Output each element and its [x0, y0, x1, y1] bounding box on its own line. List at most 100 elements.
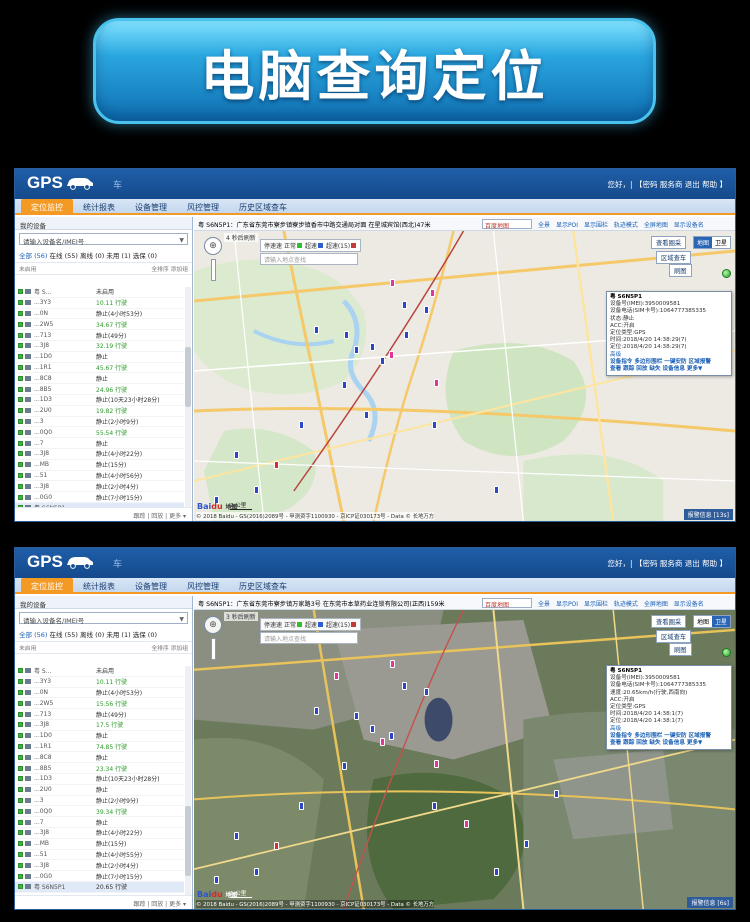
device-row[interactable]: ...2U0 静止 — [15, 785, 184, 796]
chevron-down-icon[interactable]: ▼ — [179, 237, 184, 244]
map-type-map[interactable]: 地图 — [694, 616, 712, 627]
tab-device-management[interactable]: 设备管理 — [125, 578, 177, 592]
vehicle-marker-icon[interactable] — [380, 738, 385, 746]
map-type-satellite[interactable]: 卫星 — [712, 237, 730, 248]
filter-all[interactable]: 全部 (56) — [19, 631, 47, 639]
filter-inactive[interactable]: 未用 (1) — [106, 631, 130, 639]
checkbox-icon[interactable] — [18, 679, 23, 685]
device-row[interactable]: ...MB 静止(15分) — [15, 839, 184, 850]
filter-online[interactable]: 在线 (55) — [50, 631, 78, 639]
user-bar[interactable]: 您好，| 【密码 服务商 退出 帮助 】 — [608, 179, 727, 190]
vehicle-marker-icon[interactable] — [314, 326, 319, 334]
checkbox-icon[interactable] — [18, 830, 23, 836]
checkbox-icon[interactable] — [18, 364, 23, 370]
option-fullscreen[interactable]: 全屏地图 — [644, 222, 668, 229]
vehicle-marker-icon[interactable] — [380, 357, 385, 365]
option-panorama[interactable]: 全景 — [538, 601, 550, 608]
checkbox-icon[interactable] — [18, 819, 23, 825]
vehicle-marker-icon[interactable] — [494, 868, 499, 876]
tab-risk-control[interactable]: 风控管理 — [177, 578, 229, 592]
view-zone-button[interactable]: 查看圈采 — [651, 615, 687, 628]
device-row[interactable]: ...1R1 45.67 行驶 — [15, 363, 184, 374]
device-row[interactable]: ...1D3 静止(10天23小时28分) — [15, 774, 184, 785]
device-row[interactable]: ...8C8 静止 — [15, 752, 184, 764]
vehicle-marker-icon[interactable] — [390, 660, 395, 668]
checkbox-icon[interactable] — [18, 797, 23, 803]
checkbox-icon[interactable] — [18, 483, 23, 489]
tab-history-area[interactable]: 历史区域查车 — [229, 199, 297, 213]
vehicle-marker-icon[interactable] — [344, 331, 349, 339]
map-search-input[interactable]: 请输入地点查找 — [260, 632, 358, 644]
checkbox-icon[interactable] — [18, 440, 23, 446]
checkbox-icon[interactable] — [18, 711, 23, 717]
checkbox-icon[interactable] — [18, 300, 23, 306]
checkbox-icon[interactable] — [18, 873, 23, 879]
device-row[interactable]: ...2W5 34.67 行驶 — [15, 319, 184, 331]
map-search-input[interactable]: 请输入地点查找 — [260, 253, 358, 265]
option-fence[interactable]: 显示围栏 — [584, 222, 608, 229]
zone-search-button[interactable]: 区域查车 — [656, 251, 692, 264]
device-row[interactable]: 粤 S6N5P1 20.65 行驶 — [15, 881, 184, 893]
checkbox-icon[interactable] — [18, 743, 23, 749]
device-row[interactable]: ...3 静止(2小时9分) — [15, 796, 184, 807]
tab-statistics[interactable]: 统计报表 — [73, 199, 125, 213]
vehicle-marker-icon[interactable] — [354, 346, 359, 354]
checkbox-icon[interactable] — [18, 310, 23, 316]
checkbox-icon[interactable] — [18, 733, 23, 739]
vehicle-marker-icon[interactable] — [389, 732, 394, 740]
vehicle-marker-icon[interactable] — [214, 876, 219, 884]
alarm-info-button[interactable]: 报警信息 [6s] — [687, 897, 733, 908]
option-show-name[interactable]: 显示设备名 — [674, 222, 704, 229]
device-row[interactable]: ...3J8 17.5 行驶 — [15, 720, 184, 731]
device-row[interactable]: ...0Q0 55.54 行驶 — [15, 427, 184, 439]
option-track[interactable]: 轨迹模式 — [614, 222, 638, 229]
device-row[interactable]: ...1D3 静止(10天23小时28分) — [15, 395, 184, 406]
vehicle-marker-icon[interactable] — [299, 421, 304, 429]
info-action-links[interactable]: 查看 跟踪 回放 缺失 设备信息 更多▼ — [610, 366, 728, 373]
tab-risk-control[interactable]: 风控管理 — [177, 199, 229, 213]
vehicle-marker-icon[interactable] — [404, 331, 409, 339]
filter-offline[interactable]: 离线 (0) — [80, 252, 104, 260]
device-row[interactable]: ...3Y3 10.11 行驶 — [15, 298, 184, 309]
checkbox-icon[interactable] — [18, 851, 23, 857]
checkbox-icon[interactable] — [18, 689, 23, 695]
device-row[interactable]: ...0Q0 39.34 行驶 — [15, 806, 184, 818]
vehicle-marker-icon[interactable] — [430, 289, 435, 297]
device-row[interactable]: ...2W5 15.56 行驶 — [15, 698, 184, 710]
device-row[interactable]: ...7 静止 — [15, 438, 184, 449]
clear-button[interactable]: 刷图 — [669, 643, 692, 656]
vehicle-marker-icon[interactable] — [390, 279, 395, 287]
info-action-links[interactable]: 设备指令 多边形围栏 一键安防 区域报警 — [610, 733, 728, 740]
checkbox-icon[interactable] — [18, 787, 23, 793]
checkbox-icon[interactable] — [18, 862, 23, 868]
filter-inactive[interactable]: 未用 (1) — [106, 252, 130, 260]
map-type-satellite[interactable]: 卫星 — [711, 616, 730, 627]
tab-history-area[interactable]: 历史区域查车 — [229, 578, 297, 592]
checkbox-icon[interactable] — [18, 332, 23, 338]
filter-online[interactable]: 在线 (55) — [50, 252, 78, 260]
vehicle-marker-icon[interactable] — [274, 842, 279, 850]
tab-location-monitor[interactable]: 定位监控 — [21, 199, 73, 213]
vehicle-marker-icon[interactable] — [370, 725, 375, 733]
device-row[interactable]: ...0G0 静止(7小时15分) — [15, 492, 184, 503]
device-row[interactable]: ...3 静止(2小时9分) — [15, 417, 184, 428]
option-fence[interactable]: 显示围栏 — [584, 601, 608, 608]
vehicle-marker-icon[interactable] — [314, 707, 319, 715]
checkbox-icon[interactable] — [18, 472, 23, 478]
vehicle-marker-icon[interactable] — [464, 820, 469, 828]
checkbox-icon[interactable] — [18, 386, 23, 392]
user-links[interactable]: | 【密码 服务商 退出 帮助 】 — [630, 180, 727, 189]
panel-footer[interactable]: 跟踪 | 回放 | 更多 ▾ — [15, 507, 192, 521]
device-search-input[interactable]: 请输入设备名/IMEI号 ▼ — [19, 233, 188, 246]
sort-button[interactable]: 全排序 — [151, 646, 168, 652]
vehicle-marker-icon[interactable] — [434, 379, 439, 387]
device-row[interactable]: ...3Y3 10.11 行驶 — [15, 677, 184, 688]
map-provider-select[interactable]: 百度地图 — [482, 219, 532, 230]
device-row[interactable]: ...3J8 静止(2小时4分) — [15, 481, 184, 493]
device-row[interactable]: ...7 静止 — [15, 817, 184, 828]
vehicle-marker-icon[interactable] — [389, 351, 394, 359]
checkbox-icon[interactable] — [18, 841, 23, 847]
device-row[interactable]: ...0N 静止(4小时53分) — [15, 688, 184, 699]
checkbox-icon[interactable] — [18, 494, 23, 500]
checkbox-icon[interactable] — [18, 451, 23, 457]
